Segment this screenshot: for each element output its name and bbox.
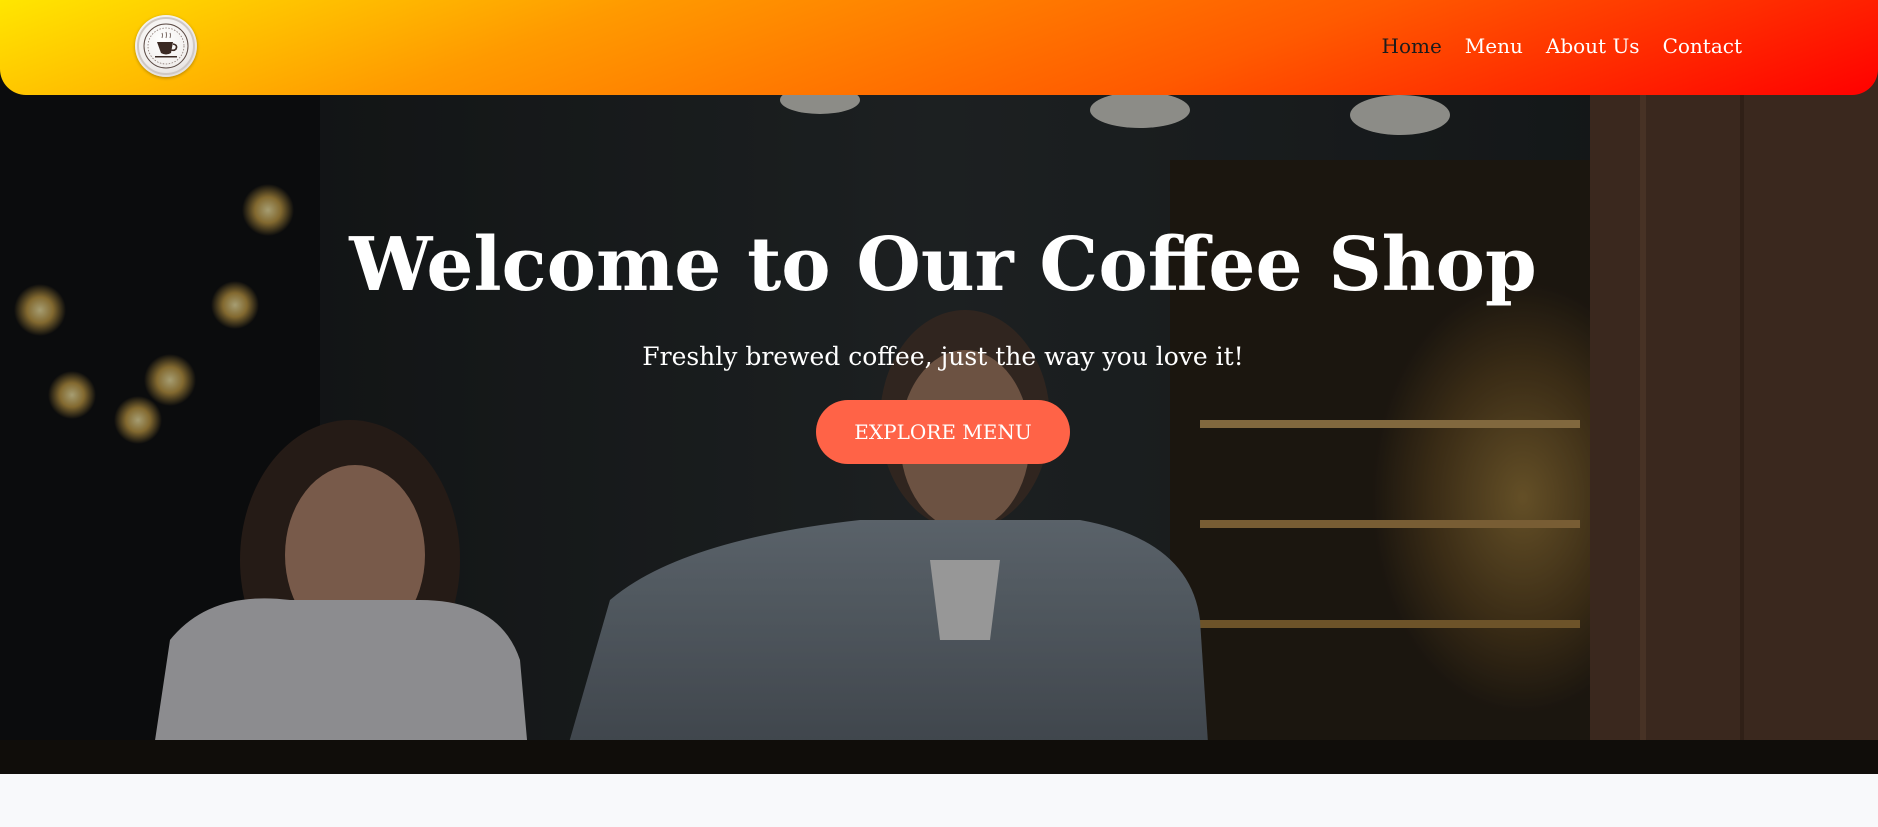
- page: Welcome to Our Coffee Shop Freshly brewe…: [0, 0, 1878, 827]
- main-nav: Home Menu About Us Contact: [1382, 31, 1743, 61]
- nav-item-about-us[interactable]: About Us: [1546, 31, 1640, 61]
- nav-item-menu[interactable]: Menu: [1465, 31, 1523, 61]
- logo[interactable]: [135, 15, 197, 77]
- nav-item-contact[interactable]: Contact: [1663, 31, 1742, 61]
- explore-menu-button[interactable]: EXPLORE MENU: [816, 400, 1070, 464]
- next-section: [0, 774, 1878, 827]
- site-header: Home Menu About Us Contact: [0, 0, 1878, 95]
- hero-subtitle: Freshly brewed coffee, just the way you …: [642, 342, 1244, 371]
- hero-section: Welcome to Our Coffee Shop Freshly brewe…: [0, 0, 1878, 774]
- hero-content: Welcome to Our Coffee Shop Freshly brewe…: [0, 210, 1878, 464]
- coffee-cup-icon: [137, 17, 195, 75]
- nav-item-home[interactable]: Home: [1382, 31, 1442, 61]
- hero-title: Welcome to Our Coffee Shop: [349, 222, 1537, 308]
